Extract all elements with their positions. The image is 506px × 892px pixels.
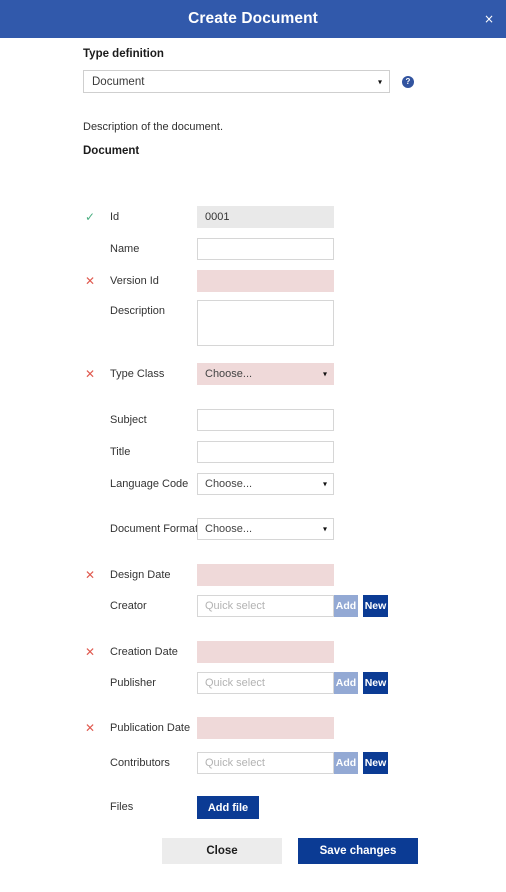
new-button-creator[interactable]: New	[363, 595, 388, 617]
form-row-language-code: Language Code Choose... ▾	[0, 473, 506, 495]
field-label-name: Name	[110, 243, 140, 255]
add-file-button[interactable]: Add file	[197, 796, 259, 819]
field-label-contributors: Contributors	[110, 757, 170, 769]
close-button[interactable]: Close	[162, 838, 282, 864]
type-definition-value: Document	[92, 75, 145, 88]
close-icon[interactable]: ×	[484, 13, 494, 25]
valid-check-icon: ✓	[84, 210, 96, 224]
form-row-files: Files Add file	[0, 796, 506, 819]
field-input-name[interactable]	[197, 238, 334, 260]
form-row-creation-date: ✕ Creation Date	[0, 641, 506, 663]
field-value-document-format: Choose...	[205, 523, 253, 535]
field-label-creator: Creator	[110, 600, 147, 612]
field-input-subject[interactable]	[197, 409, 334, 431]
section-description: Description of the document.	[83, 121, 224, 133]
field-input-creation-date[interactable]	[197, 641, 334, 663]
add-button-publisher[interactable]: Add	[334, 672, 358, 694]
type-definition-row: Document ▾ ?	[83, 70, 414, 93]
field-label-description: Description	[110, 305, 166, 317]
form-row-description: Description	[0, 300, 506, 346]
add-button-creator[interactable]: Add	[334, 595, 358, 617]
type-definition-label: Type definition	[83, 48, 164, 60]
field-value-language-code: Choose...	[205, 478, 253, 490]
invalid-cross-icon: ✕	[84, 568, 96, 582]
field-value-type-class: Choose...	[205, 368, 253, 380]
invalid-cross-icon: ✕	[84, 645, 96, 659]
field-label-id: Id	[110, 211, 120, 223]
form-row-name: Name	[0, 238, 506, 260]
field-label-publisher: Publisher	[110, 677, 156, 689]
chevron-down-icon: ▾	[322, 524, 327, 534]
invalid-cross-icon: ✕	[84, 367, 96, 381]
add-button-contributors[interactable]: Add	[334, 752, 358, 774]
chevron-down-icon: ▾	[322, 369, 327, 379]
create-document-modal: Create Document × Type definition Docume…	[0, 0, 506, 892]
field-label-subject: Subject	[110, 414, 147, 426]
invalid-cross-icon: ✕	[84, 274, 96, 288]
field-input-title[interactable]	[197, 441, 334, 463]
form-row-subject: Subject	[0, 409, 506, 431]
field-input-publisher[interactable]: Quick select	[197, 672, 334, 694]
field-input-type-class[interactable]: Choose... ▾	[197, 363, 334, 385]
placeholder-creator: Quick select	[205, 600, 265, 612]
field-label-creation-date: Creation Date	[110, 646, 178, 658]
form-row-contributors: Contributors Quick select Add New	[0, 752, 506, 774]
type-definition-select[interactable]: Document ▾	[83, 70, 390, 93]
field-input-document-format[interactable]: Choose... ▾	[197, 518, 334, 540]
placeholder-contributors: Quick select	[205, 757, 265, 769]
field-label-design-date: Design Date	[110, 569, 171, 581]
field-input-publication-date[interactable]	[197, 717, 334, 739]
field-input-creator[interactable]: Quick select	[197, 595, 334, 617]
section-title: Document	[83, 145, 140, 157]
modal-header: Create Document ×	[0, 0, 506, 38]
field-input-contributors[interactable]: Quick select	[197, 752, 334, 774]
help-icon[interactable]: ?	[402, 75, 414, 88]
field-label-language-code: Language Code	[110, 478, 189, 490]
chevron-down-icon: ▾	[377, 77, 382, 86]
chevron-down-icon: ▾	[322, 479, 327, 489]
field-input-language-code[interactable]: Choose... ▾	[197, 473, 334, 495]
form-row-id: ✓ Id 0001	[0, 206, 506, 228]
field-label-files: Files	[110, 801, 134, 813]
field-input-id: 0001	[197, 206, 334, 228]
field-label-publication-date: Publication Date	[110, 722, 191, 734]
field-label-type-class: Type Class	[110, 368, 165, 380]
form-row-publication-date: ✕ Publication Date	[0, 717, 506, 739]
form-row-type-class: ✕ Type Class Choose... ▾	[0, 363, 506, 385]
field-label-title: Title	[110, 446, 131, 458]
form-row-title: Title	[0, 441, 506, 463]
field-input-description[interactable]	[197, 300, 334, 346]
form-row-document-format: Document Format Choose... ▾	[0, 518, 506, 540]
field-label-document-format: Document Format	[110, 523, 199, 535]
invalid-cross-icon: ✕	[84, 721, 96, 735]
new-button-publisher[interactable]: New	[363, 672, 388, 694]
field-input-design-date[interactable]	[197, 564, 334, 586]
new-button-contributors[interactable]: New	[363, 752, 388, 774]
form-row-version-id: ✕ Version Id	[0, 270, 506, 292]
form-row-creator: Creator Quick select Add New	[0, 595, 506, 617]
placeholder-publisher: Quick select	[205, 677, 265, 689]
field-label-version-id: Version Id	[110, 275, 159, 287]
form-row-design-date: ✕ Design Date	[0, 564, 506, 586]
form-row-publisher: Publisher Quick select Add New	[0, 672, 506, 694]
page-title: Create Document	[188, 10, 318, 27]
field-value-id: 0001	[205, 211, 230, 223]
field-input-version-id[interactable]	[197, 270, 334, 292]
save-changes-button[interactable]: Save changes	[298, 838, 418, 864]
